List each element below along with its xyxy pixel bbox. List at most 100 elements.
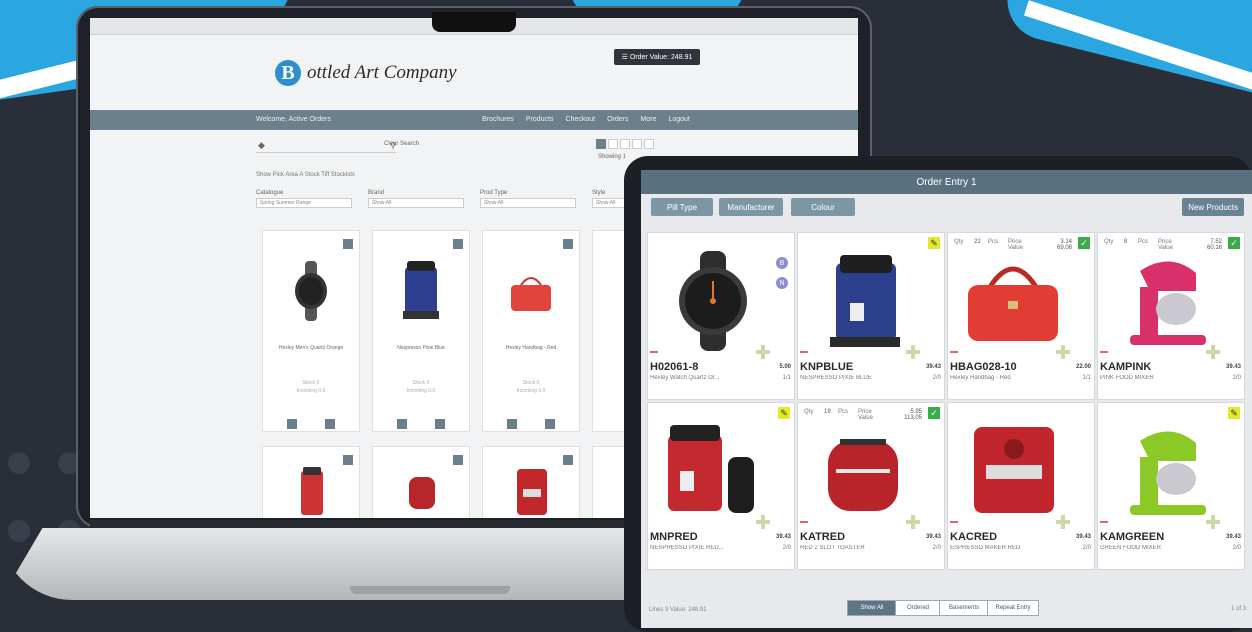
increment-button[interactable] <box>435 419 445 429</box>
filter-label-style: Style <box>592 190 606 196</box>
product-code: MNPRED <box>650 531 698 543</box>
pencil-icon[interactable]: ✎ <box>778 407 790 419</box>
check-icon[interactable]: ✓ <box>928 407 940 419</box>
handbag-image <box>968 266 1058 341</box>
increment-button[interactable] <box>545 419 555 429</box>
filter-button-colour[interactable]: Colour <box>791 198 855 216</box>
add-icon[interactable] <box>453 455 463 465</box>
pencil-icon[interactable]: ✎ <box>1228 407 1240 419</box>
pager-page-1[interactable] <box>596 139 606 149</box>
add-icon[interactable] <box>343 455 353 465</box>
search-input[interactable]: ◆ ⚲ <box>256 140 396 153</box>
filter-select-brand[interactable]: Show All <box>368 198 464 208</box>
product-card[interactable]: Qty 22 Pcs Price Value 3.14 69.08 ✓ HBAG… <box>947 232 1095 400</box>
filter-select-prod-type[interactable]: Show All <box>480 198 576 208</box>
nav-link-logout[interactable]: Logout <box>668 116 689 123</box>
product-meta: Stock 0 Incoming 0.0 <box>263 379 359 395</box>
filter-button-pill-type[interactable]: Pill Type <box>651 198 713 216</box>
company-logo[interactable]: B ottled Art Company <box>275 53 457 93</box>
pager-page-5[interactable] <box>644 139 654 149</box>
add-icon[interactable] <box>1206 515 1220 529</box>
toaster-image <box>409 477 435 509</box>
clear-search-link[interactable]: Clear Search <box>384 141 419 147</box>
laptop-product-card[interactable]: Hexley Handbag - Red Stock 0 Incoming 0.0 <box>482 230 580 432</box>
product-description: NESPRESSO PIXIE BLUE <box>800 375 872 381</box>
add-icon[interactable] <box>756 345 770 359</box>
nav-link-brochures[interactable]: Brochures <box>482 116 514 123</box>
product-name: Nespresso Pixie Blue <box>397 345 445 351</box>
laptop-product-card[interactable]: Nespresso Pixie Blue Stock 0 Incoming 0.0 <box>372 230 470 432</box>
laptop-product-card[interactable] <box>372 446 470 518</box>
product-card[interactable]: KACRED ESPRESSO MAKER RED 39.43 2/0 <box>947 402 1095 570</box>
watch-image <box>295 261 327 321</box>
new-products-button[interactable]: New Products <box>1182 198 1244 216</box>
product-meta: Stock 0 Incoming 0.0 <box>373 379 469 395</box>
product-stock: 2/0 <box>1232 545 1241 551</box>
nav-link-products[interactable]: Products <box>526 116 554 123</box>
laptop-product-card[interactable]: Hexley Men's Quartz Orange Stock 0 Incomi… <box>262 230 360 432</box>
tablet-header: Order Entry 1 <box>641 170 1252 194</box>
espresso-maker-image <box>517 469 547 515</box>
order-value-button[interactable]: ☰ Order Value: 248.91 <box>614 49 700 65</box>
qty-stepper[interactable] <box>507 419 555 429</box>
product-card[interactable]: ✎ KNPBLUE NESPRESSO PIXIE BLUE 39.43 2/0 <box>797 232 945 400</box>
product-code: KACRED <box>950 531 998 543</box>
filter-note[interactable]: Show Pick Area A Stock Tiff Stockists <box>256 172 355 178</box>
qty-value[interactable]: 8 <box>1124 239 1127 245</box>
brand-n-badge[interactable]: N <box>776 277 788 289</box>
qty-stepper[interactable] <box>287 419 335 429</box>
product-price: 39.43 <box>1225 364 1241 370</box>
product-card[interactable]: B N H02061-8 Hexley Watch Quartz Or... 5… <box>647 232 795 400</box>
tab-show-all[interactable]: Show All <box>847 600 897 616</box>
check-icon[interactable]: ✓ <box>1078 237 1090 249</box>
tab-repeat-entry[interactable]: Repeat Entry <box>987 600 1039 616</box>
add-icon[interactable] <box>1056 515 1070 529</box>
decrement-button[interactable] <box>397 419 407 429</box>
add-icon[interactable] <box>906 345 920 359</box>
nav-link-more[interactable]: More <box>641 116 657 123</box>
tab-basements[interactable]: Basements <box>939 600 989 616</box>
product-card[interactable]: ✎ KAMGREEN GREEN FOOD MIXER 39.43 2/0 <box>1097 402 1245 570</box>
filter-button-manufacturer[interactable]: Manufacturer <box>719 198 783 216</box>
qty-value[interactable]: 22 <box>974 239 981 245</box>
add-icon[interactable] <box>756 515 770 529</box>
product-card[interactable]: Qty 19 Pcs Price Value 5.95 113.05 ✓ KAT… <box>797 402 945 570</box>
qty-stepper[interactable] <box>397 419 445 429</box>
add-icon[interactable] <box>1206 345 1220 359</box>
product-card[interactable]: Qty 8 Pcs Price Value 7.52 60.16 ✓ KAMPI… <box>1097 232 1245 400</box>
add-icon[interactable] <box>1056 345 1070 359</box>
pink-mixer-image <box>1130 261 1206 345</box>
laptop-product-card[interactable] <box>262 446 360 518</box>
handbag-image <box>511 277 551 311</box>
add-icon[interactable] <box>453 239 463 249</box>
add-icon[interactable] <box>343 239 353 249</box>
product-stock: 2/0 <box>1082 545 1091 551</box>
increment-button[interactable] <box>325 419 335 429</box>
nav-link-orders[interactable]: Orders <box>607 116 628 123</box>
check-icon[interactable]: ✓ <box>1228 237 1240 249</box>
qty-value[interactable]: 19 <box>824 409 831 415</box>
product-card[interactable]: ✎ MNPRED NESPRESSO PIXIE RED... 39.43 2/… <box>647 402 795 570</box>
add-icon[interactable] <box>563 455 573 465</box>
tab-ordered[interactable]: Ordered <box>895 600 941 616</box>
product-meta: Stock 0 Incoming 0.0 <box>483 379 579 395</box>
nav-link-checkout[interactable]: Checkout <box>566 116 596 123</box>
product-stock: 2/0 <box>932 375 941 381</box>
pager-page-4[interactable] <box>632 139 642 149</box>
search-icon: ◆ <box>258 140 265 150</box>
pencil-icon[interactable]: ✎ <box>928 237 940 249</box>
pager-page-3[interactable] <box>620 139 630 149</box>
add-icon[interactable] <box>906 515 920 529</box>
filter-select-catalogue[interactable]: Spring Summer Range <box>256 198 352 208</box>
decrement-button[interactable] <box>507 419 517 429</box>
product-price: 39.43 <box>775 534 791 540</box>
laptop-product-card[interactable] <box>482 446 580 518</box>
red-marker <box>800 351 808 353</box>
coffee-machine-image <box>403 261 439 319</box>
brand-b-badge[interactable]: B <box>776 257 788 269</box>
add-icon[interactable] <box>563 239 573 249</box>
logo-letter: B <box>275 60 301 86</box>
product-code: KNPBLUE <box>800 361 854 373</box>
decrement-button[interactable] <box>287 419 297 429</box>
pager-page-2[interactable] <box>608 139 618 149</box>
